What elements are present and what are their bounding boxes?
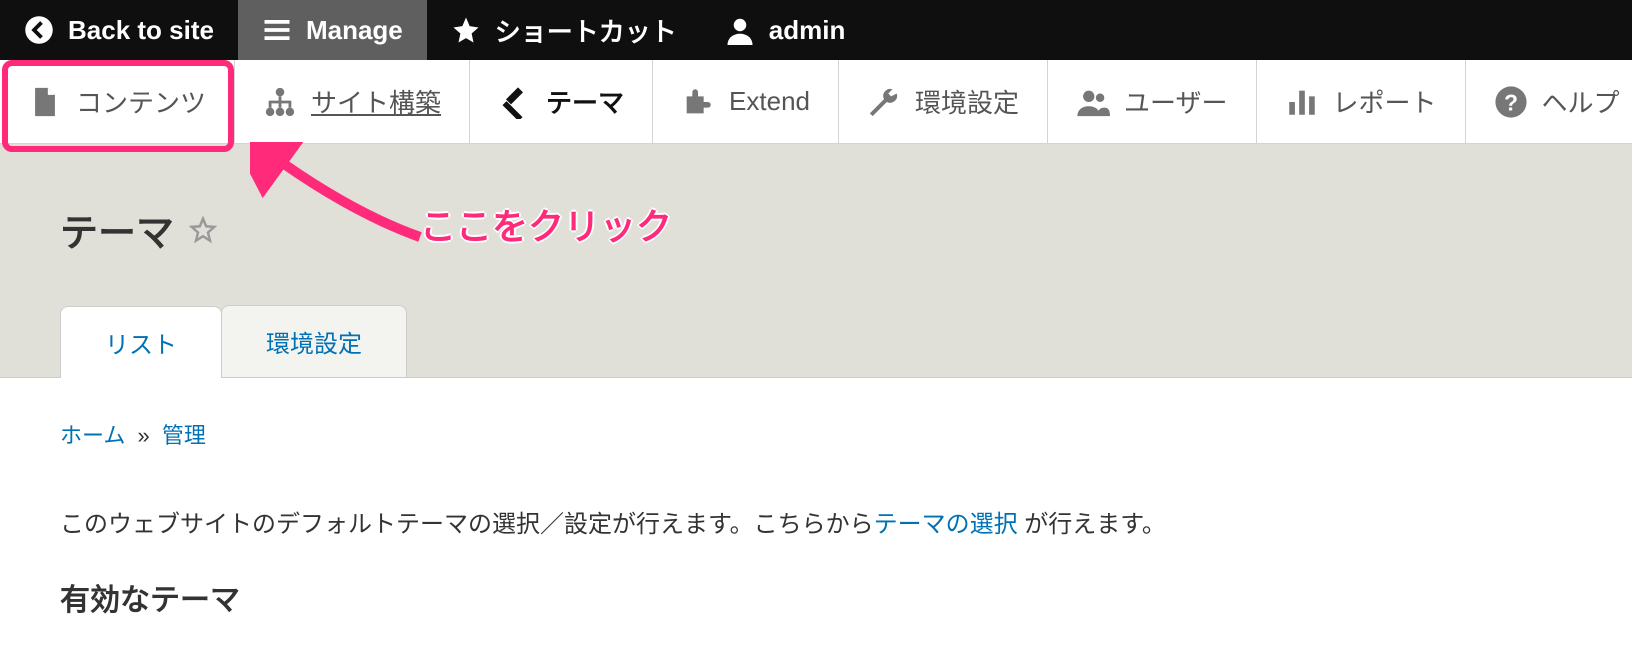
svg-text:?: ?	[1504, 89, 1518, 115]
tabs: リスト 環境設定	[60, 305, 1572, 377]
manage-label: Manage	[306, 15, 403, 46]
favorite-star-icon[interactable]	[188, 215, 218, 245]
desc-post: が行えます。	[1018, 511, 1166, 538]
tab-settings-label: 環境設定	[266, 331, 362, 358]
page-title: テーマ	[60, 202, 174, 257]
page-header: テーマ リスト 環境設定	[0, 144, 1632, 378]
page-description: このウェブサイトのデフォルトテーマの選択／設定が行えます。こちらからテーマの選択…	[60, 504, 1572, 539]
admin-menu-people[interactable]: ユーザー	[1047, 60, 1255, 143]
breadcrumb: ホーム » 管理	[60, 418, 1572, 450]
top-toolbar: Back to site Manage ショートカット admin	[0, 0, 1632, 60]
hamburger-icon	[262, 15, 292, 45]
admin-menu: コンテンツ サイト構築 テーマ Extend 環境設定 ユーザー レポート	[0, 60, 1632, 144]
people-icon	[1076, 85, 1110, 119]
admin-menu-structure-label: サイト構築	[311, 83, 441, 120]
tab-settings[interactable]: 環境設定	[221, 305, 407, 377]
admin-menu-reports[interactable]: レポート	[1256, 60, 1465, 143]
admin-menu-content-label: コンテンツ	[76, 83, 206, 120]
document-icon	[28, 85, 62, 119]
admin-menu-people-label: ユーザー	[1124, 83, 1227, 120]
shortcuts-button[interactable]: ショートカット	[427, 0, 701, 60]
star-icon	[451, 15, 481, 45]
back-to-site-label: Back to site	[68, 15, 214, 46]
gavel-icon	[498, 85, 532, 119]
shortcuts-label: ショートカット	[495, 12, 677, 49]
admin-menu-appearance-label: テーマ	[546, 83, 624, 120]
breadcrumb-admin[interactable]: 管理	[162, 423, 206, 448]
tab-list-label: リスト	[105, 332, 177, 359]
content-area: ホーム » 管理 このウェブサイトのデフォルトテーマの選択／設定が行えます。こち…	[0, 378, 1632, 659]
back-arrow-icon	[24, 15, 54, 45]
admin-menu-reports-label: レポート	[1333, 83, 1437, 120]
user-icon	[725, 15, 755, 45]
admin-menu-extend-label: Extend	[729, 86, 810, 117]
breadcrumb-separator: »	[137, 423, 149, 448]
manage-button[interactable]: Manage	[238, 0, 427, 60]
admin-menu-config-label: 環境設定	[915, 83, 1019, 120]
theme-select-link[interactable]: テーマの選択	[874, 511, 1018, 538]
user-menu-button[interactable]: admin	[701, 0, 870, 60]
bar-chart-icon	[1285, 85, 1319, 119]
user-label: admin	[769, 15, 846, 46]
back-to-site-button[interactable]: Back to site	[0, 0, 238, 60]
wrench-icon	[867, 85, 901, 119]
hierarchy-icon	[263, 85, 297, 119]
annotation-text: ここをクリック	[420, 198, 672, 250]
help-icon: ?	[1494, 85, 1528, 119]
admin-menu-help-label: ヘルプ	[1542, 83, 1620, 120]
admin-menu-structure[interactable]: サイト構築	[234, 60, 469, 143]
breadcrumb-home[interactable]: ホーム	[60, 423, 125, 448]
admin-menu-appearance[interactable]: テーマ	[469, 60, 652, 143]
enabled-themes-heading: 有効なテーマ	[60, 575, 1572, 619]
admin-menu-config[interactable]: 環境設定	[838, 60, 1047, 143]
admin-menu-help[interactable]: ? ヘルプ	[1465, 60, 1632, 143]
puzzle-icon	[681, 85, 715, 119]
tab-list[interactable]: リスト	[60, 306, 222, 378]
admin-menu-content[interactable]: コンテンツ	[0, 60, 234, 143]
admin-menu-extend[interactable]: Extend	[652, 60, 838, 143]
desc-pre: このウェブサイトのデフォルトテーマの選択／設定が行えます。こちらから	[60, 511, 874, 538]
